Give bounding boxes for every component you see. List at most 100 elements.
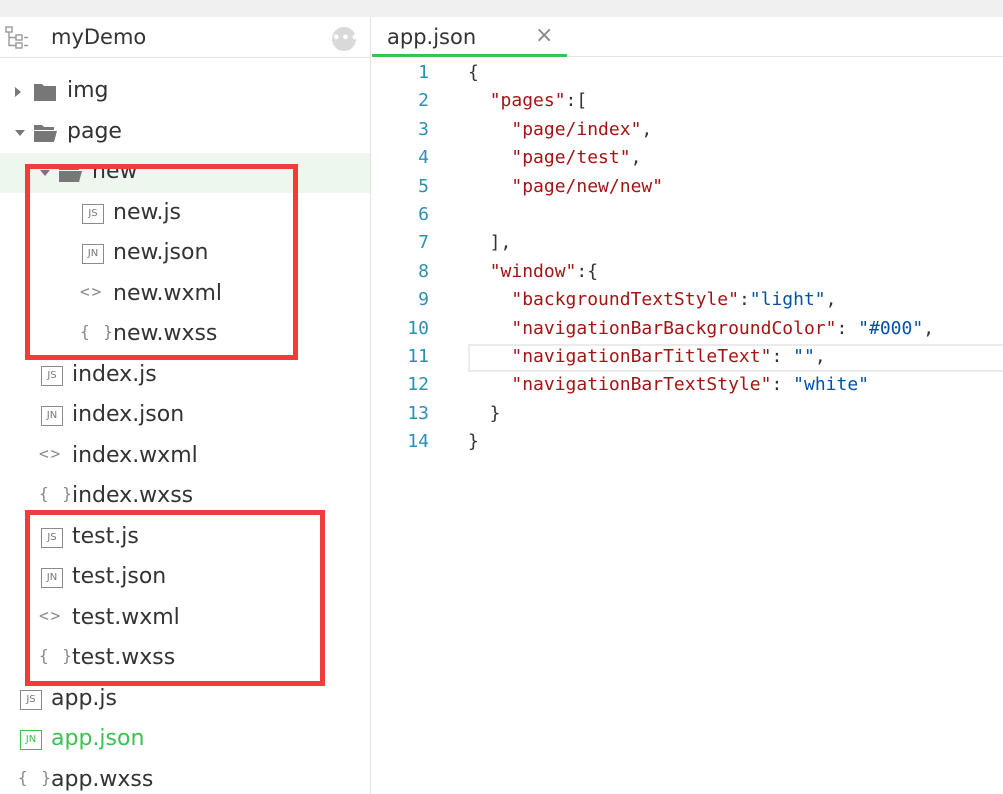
json-punctuation xyxy=(468,261,490,282)
json-key: "backgroundTextStyle" xyxy=(511,289,739,311)
code-text: "navigationBarBackgroundColor": "#000", xyxy=(468,318,934,339)
line-number: 8 xyxy=(418,260,429,282)
code-text: } xyxy=(468,431,479,452)
line-number: 13 xyxy=(407,402,429,424)
json-punctuation xyxy=(468,346,511,367)
line-number: 10 xyxy=(407,317,429,339)
js-file-icon: JS xyxy=(20,689,42,710)
tree-item-label: index.wxss xyxy=(72,483,194,508)
json-punctuation: } xyxy=(468,402,501,424)
code-line[interactable]: 5 "page/new/new" xyxy=(372,174,1003,202)
json-punctuation: , xyxy=(814,346,826,367)
tree-item-label: index.json xyxy=(72,402,185,427)
code-line[interactable]: 7 ], xyxy=(372,230,1003,258)
json-value: "white" xyxy=(793,374,869,396)
js-file-icon: JS xyxy=(41,365,63,386)
json-punctuation: :[ xyxy=(565,90,588,112)
json-key: "navigationBarTitleText" xyxy=(511,346,772,367)
code-line[interactable]: 11 "navigationBarTitleText": "", xyxy=(372,344,1003,372)
json-punctuation: , xyxy=(923,317,935,339)
tree-item-label: index.wxml xyxy=(72,442,198,468)
json-punctuation: { xyxy=(468,62,479,83)
code-line[interactable]: 4 "page/test", xyxy=(372,145,1003,173)
line-number: 2 xyxy=(418,90,429,112)
code-text: ], xyxy=(468,232,512,254)
more-options-button[interactable]: ••• xyxy=(332,27,359,51)
folder-open-icon xyxy=(34,124,57,142)
json-punctuation xyxy=(468,147,511,168)
json-key: "window" xyxy=(489,260,577,282)
file-tree-icon[interactable] xyxy=(5,25,29,49)
line-number: 9 xyxy=(418,289,429,311)
code-text: { xyxy=(468,62,479,83)
explorer-header: myDemo ••• xyxy=(0,17,370,58)
code-text: "window":{ xyxy=(468,261,598,282)
line-number: 5 xyxy=(418,175,429,197)
tab-title: app.json xyxy=(387,25,477,49)
json-punctuation xyxy=(468,119,511,140)
json-punctuation: : xyxy=(738,289,750,311)
code-line[interactable]: 10 "navigationBarBackgroundColor": "#000… xyxy=(372,316,1003,344)
json-punctuation xyxy=(468,289,511,310)
project-name: myDemo xyxy=(51,25,147,49)
tree-item-label: img xyxy=(67,78,109,103)
file-item[interactable]: JN app.json xyxy=(0,720,370,760)
code-text: "page/new/new" xyxy=(468,176,663,197)
code-text: "navigationBarTitleText": "", xyxy=(468,346,826,367)
code-line[interactable]: 9 "backgroundTextStyle":"light", xyxy=(372,287,1003,315)
tree-item-label: app.wxss xyxy=(51,766,154,792)
editor-tab-bar: app.json × xyxy=(372,17,1003,57)
code-text: "navigationBarTextStyle": "white" xyxy=(468,374,869,395)
json-key: "navigationBarBackgroundColor" xyxy=(511,317,837,339)
code-line[interactable]: 2 "pages":[ xyxy=(372,88,1003,116)
json-punctuation: :{ xyxy=(576,260,599,282)
folder-item-page[interactable]: page xyxy=(0,113,370,153)
code-line[interactable]: 14} xyxy=(372,429,1003,457)
code-text: "page/test", xyxy=(468,147,641,168)
code-text: "page/index", xyxy=(468,119,652,140)
code-editor: app.json × 1{2 "pages":[3 "page/index", 4… xyxy=(372,17,1003,794)
window-top-strip xyxy=(0,0,1003,17)
json-punctuation: : xyxy=(771,374,794,396)
chevron-down-icon[interactable] xyxy=(15,129,25,136)
code-brackets-icon: <> xyxy=(39,443,63,463)
line-number: 6 xyxy=(418,204,429,225)
file-item[interactable]: { } app.wxss xyxy=(0,761,370,794)
json-value: "" xyxy=(793,346,815,367)
file-item[interactable]: <> index.wxml xyxy=(0,437,370,477)
json-file-icon: JN xyxy=(20,730,42,750)
json-key: "page/new/new" xyxy=(511,175,664,197)
json-value: "#000" xyxy=(858,317,924,339)
json-punctuation xyxy=(468,90,490,111)
close-icon[interactable]: × xyxy=(535,23,553,48)
code-line[interactable]: 12 "navigationBarTextStyle": "white" xyxy=(372,372,1003,400)
tree-item-label: app.js xyxy=(51,685,117,711)
chevron-right-icon[interactable] xyxy=(15,87,21,97)
json-key: "navigationBarTextStyle" xyxy=(511,374,772,396)
highlight-box-test xyxy=(25,510,325,686)
code-line[interactable]: 6 xyxy=(372,202,1003,230)
json-punctuation: ], xyxy=(468,232,512,254)
tree-item-label: index.js xyxy=(72,361,157,387)
file-item[interactable]: JS index.js xyxy=(0,356,370,396)
code-line[interactable]: 13 } xyxy=(372,401,1003,429)
code-line[interactable]: 3 "page/index", xyxy=(372,117,1003,145)
code-line[interactable]: 1{ xyxy=(372,60,1003,88)
json-key: "page/index" xyxy=(511,118,642,140)
line-number: 3 xyxy=(418,118,429,140)
json-punctuation xyxy=(468,318,511,339)
tab-app-json[interactable]: app.json × xyxy=(372,17,567,57)
json-file-icon: JN xyxy=(41,406,63,426)
code-line[interactable]: 8 "window":{ xyxy=(372,259,1003,287)
json-key: "page/test" xyxy=(511,147,631,169)
line-number: 7 xyxy=(418,232,429,254)
line-number: 11 xyxy=(407,346,429,367)
curly-braces-icon: { } xyxy=(39,484,74,503)
folder-item-img[interactable]: img xyxy=(0,72,370,112)
code-text: "backgroundTextStyle":"light", xyxy=(468,289,836,310)
line-number: 1 xyxy=(418,62,429,83)
json-punctuation: : xyxy=(771,346,794,367)
file-item[interactable]: JN index.json xyxy=(0,396,370,436)
json-key: "pages" xyxy=(489,90,566,112)
json-punctuation xyxy=(468,176,511,197)
